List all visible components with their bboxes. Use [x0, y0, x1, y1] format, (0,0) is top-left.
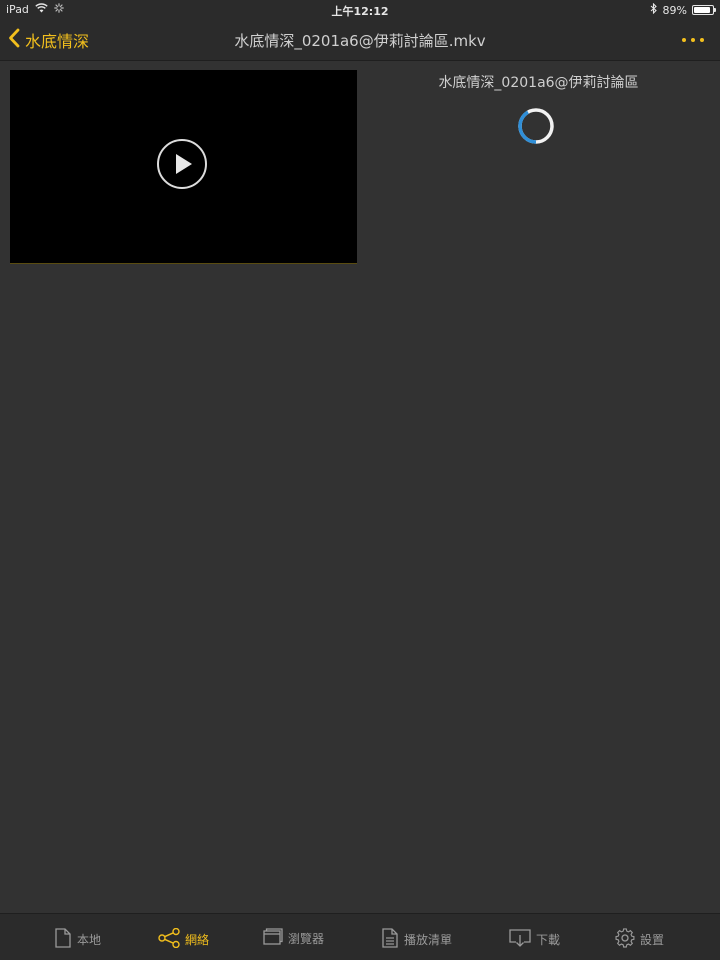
- status-time: 上午12:12: [331, 5, 389, 18]
- tab-download[interactable]: 下載: [509, 928, 560, 951]
- battery-level: [694, 7, 711, 13]
- battery-percent: 89%: [662, 3, 687, 17]
- tab-label: 下載: [536, 933, 561, 947]
- download-icon: [509, 928, 531, 951]
- navigation-bar: 水底情深 水底情深_0201a6@伊莉討論區.mkv: [0, 20, 720, 61]
- tab-label: 本地: [77, 933, 102, 947]
- tab-playlist[interactable]: 播放清單: [381, 928, 452, 951]
- dot-icon: [700, 38, 704, 42]
- tab-label: 瀏覽器: [288, 932, 325, 946]
- status-bar: iPad 上午12:12 89%: [0, 0, 720, 20]
- bluetooth-icon: [650, 2, 658, 17]
- status-right: 89%: [650, 2, 716, 17]
- more-options-button[interactable]: [682, 38, 704, 42]
- file-name: 水底情深_0201a6@伊莉討論區: [438, 75, 639, 91]
- tab-label: 設置: [640, 933, 665, 947]
- page-title: 水底情深_0201a6@伊莉討論區.mkv: [234, 32, 486, 50]
- dot-icon: [682, 38, 686, 42]
- play-button[interactable]: [157, 139, 207, 189]
- tab-settings[interactable]: 設置: [615, 928, 664, 951]
- windows-icon: [263, 928, 283, 949]
- list-document-icon: [381, 928, 399, 951]
- tab-label: 播放清單: [404, 933, 453, 947]
- tab-label: 網絡: [185, 933, 210, 947]
- app-window: iPad 上午12:12 89% 水底情深 水底情深_0201a6@伊莉討論區.…: [0, 0, 720, 960]
- dot-icon: [691, 38, 695, 42]
- gear-icon: [615, 928, 635, 951]
- play-icon: [176, 154, 192, 174]
- tab-network[interactable]: 網絡: [158, 927, 210, 951]
- document-icon: [54, 928, 72, 951]
- tab-local[interactable]: 本地: [54, 928, 101, 951]
- battery-icon: [692, 5, 716, 15]
- video-player[interactable]: [10, 70, 357, 264]
- tab-bar: 本地 網絡 瀏覽器 播放清單 下載 設置: [0, 913, 720, 960]
- share-icon: [158, 927, 180, 951]
- tab-browser[interactable]: 瀏覽器: [263, 928, 324, 949]
- loading-spinner-icon: [517, 107, 555, 149]
